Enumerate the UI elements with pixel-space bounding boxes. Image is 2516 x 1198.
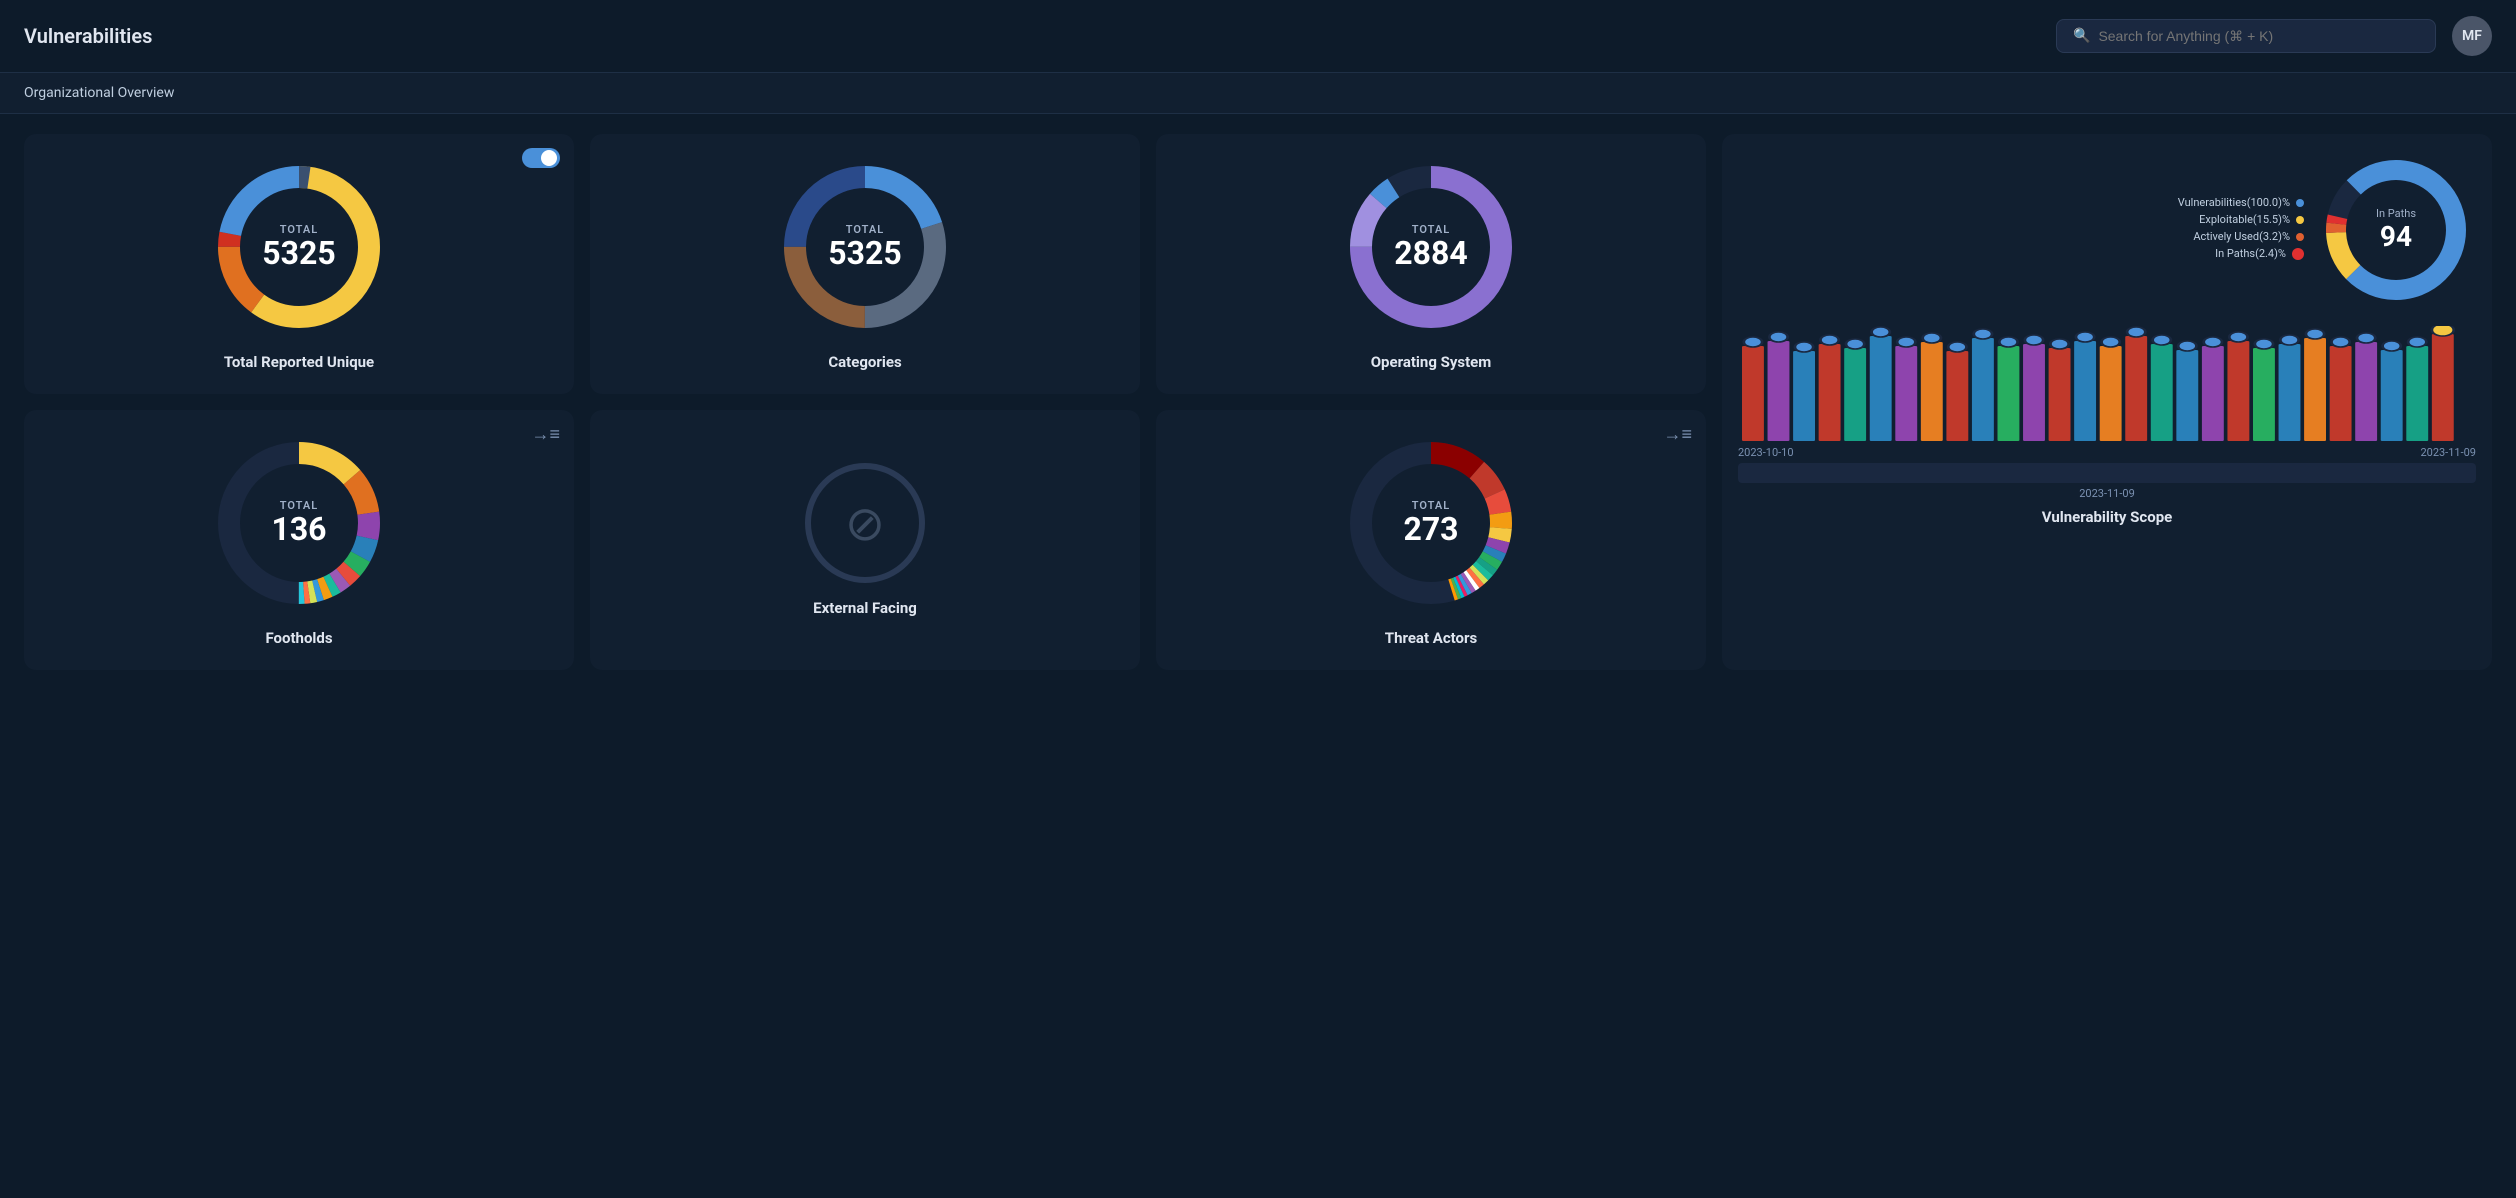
search-icon: 🔍 [2073, 28, 2090, 44]
donut-center-threats: TOTAL 273 [1403, 499, 1458, 547]
legend-label-paths: In Paths(2.4)% [2215, 247, 2286, 260]
toggle-knob [541, 150, 557, 166]
donut-center-os: TOTAL 2884 [1394, 223, 1467, 271]
footholds-donut: TOTAL 136 [209, 433, 389, 613]
footholds-total-value: 136 [271, 512, 326, 547]
donut-center-cat: TOTAL 5325 [828, 223, 901, 271]
card-total-reported: TOTAL 5325 Total Reported Unique [24, 134, 574, 394]
detail-button-threats[interactable]: →≡ [1663, 424, 1692, 445]
scope-center-date: 2023-11-09 [1738, 487, 2476, 500]
legend-dot-paths [2292, 248, 2304, 260]
scope-date-end: 2023-11-09 [2420, 446, 2476, 459]
legend-in-paths: In Paths(2.4)% [2215, 247, 2304, 260]
categories-donut: TOTAL 5325 [775, 157, 955, 337]
legend-dot-exploit [2296, 216, 2304, 224]
donut-center-footholds: TOTAL 136 [271, 499, 326, 547]
legend-vulnerabilities: Vulnerabilities(100.0)% [2178, 196, 2304, 209]
os-total-value: 2884 [1394, 236, 1467, 271]
legend-label-active: Actively Used(3.2)% [2193, 230, 2290, 243]
scope-bar-chart [1742, 326, 2472, 446]
detail-button-footholds[interactable]: →≡ [531, 424, 560, 445]
card-title-total: Total Reported Unique [224, 353, 374, 371]
card-title-footholds: Footholds [265, 629, 332, 647]
in-paths-value: 94 [2380, 220, 2412, 253]
threat-actors-donut: TOTAL 273 [1341, 433, 1521, 613]
scope-bars-container [1738, 326, 2476, 446]
scope-slider[interactable] [1738, 463, 2476, 483]
scope-donut-center: In Paths 94 [2376, 207, 2416, 253]
toggle-button[interactable] [522, 148, 560, 168]
os-donut: TOTAL 2884 [1341, 157, 1521, 337]
donut-center: TOTAL 5325 [262, 223, 335, 271]
in-paths-label: In Paths [2376, 207, 2416, 220]
scope-chart-area: 2023-10-10 2023-11-09 2023-11-09 Vulnera… [1738, 326, 2476, 526]
header-right: 🔍 MF [2056, 16, 2492, 56]
header: Vulnerabilities 🔍 MF [0, 0, 2516, 72]
legend-exploitable: Exploitable(15.5)% [2199, 213, 2304, 226]
section-title: Organizational Overview [24, 85, 174, 101]
threats-total-value: 273 [1403, 512, 1458, 547]
cat-total-value: 5325 [828, 236, 901, 271]
legend-label-exploit: Exploitable(15.5)% [2199, 213, 2290, 226]
card-categories: TOTAL 5325 Categories [590, 134, 1140, 394]
card-title-threats: Threat Actors [1385, 629, 1477, 647]
card-title-categories: Categories [828, 353, 901, 371]
legend-dot-active [2296, 233, 2304, 241]
section-header: Organizational Overview [0, 72, 2516, 114]
scope-date-start: 2023-10-10 [1738, 446, 1794, 459]
search-input[interactable] [2098, 28, 2419, 44]
scope-top: Vulnerabilities(100.0)% Exploitable(15.5… [1738, 150, 2476, 310]
avatar[interactable]: MF [2452, 16, 2492, 56]
card-os: TOTAL 2884 Operating System [1156, 134, 1706, 394]
dashboard-grid: TOTAL 5325 Total Reported Unique TOTAL 5… [0, 114, 2516, 690]
card-vulnerability-scope: Vulnerabilities(100.0)% Exploitable(15.5… [1722, 134, 2492, 670]
legend-label-vuln: Vulnerabilities(100.0)% [2178, 196, 2290, 209]
disabled-icon: ⊘ [805, 463, 925, 583]
search-bar[interactable]: 🔍 [2056, 19, 2436, 53]
page-title: Vulnerabilities [24, 24, 152, 48]
legend-dot-vuln [2296, 199, 2304, 207]
card-external-facing: ⊘ External Facing [590, 410, 1140, 670]
scope-dates: 2023-10-10 2023-11-09 [1738, 446, 2476, 459]
scope-donut-wrap: In Paths 94 [2316, 150, 2476, 310]
card-title-external: External Facing [813, 599, 917, 617]
card-threat-actors: →≡ [1156, 410, 1706, 670]
card-title-os: Operating System [1371, 353, 1492, 371]
scope-legend: Vulnerabilities(100.0)% Exploitable(15.5… [1738, 150, 2308, 310]
card-footholds: →≡ TOTAL 136 [24, 410, 574, 670]
total-value: 5325 [262, 236, 335, 271]
vulnerability-scope-title: Vulnerability Scope [1738, 508, 2476, 526]
total-reported-donut: TOTAL 5325 [209, 157, 389, 337]
legend-actively-used: Actively Used(3.2)% [2193, 230, 2304, 243]
